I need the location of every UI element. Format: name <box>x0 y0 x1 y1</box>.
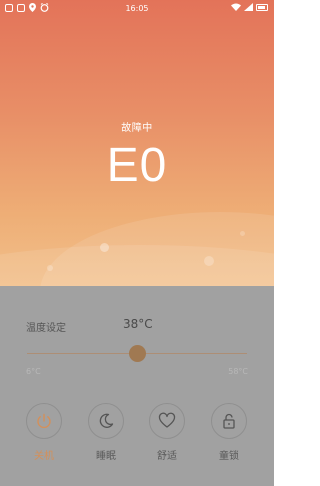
temperature-value: 38°C <box>123 317 153 331</box>
slider-max-label: 58°C <box>228 367 248 376</box>
status-bar: 16:05 <box>0 0 274 18</box>
moon-icon <box>99 413 114 428</box>
signal-icon <box>244 3 253 11</box>
wifi-icon <box>231 3 241 11</box>
control-panel: 温度设定 38°C 6°C 58°C 关机 睡眠 舒适 童锁 <box>0 286 274 486</box>
power-icon <box>37 413 51 429</box>
power-button[interactable]: 关机 <box>25 403 63 462</box>
battery-icon <box>256 3 268 11</box>
lock-icon <box>223 413 235 429</box>
power-button-circle[interactable] <box>26 403 62 439</box>
slider-min-label: 6°C <box>26 367 41 376</box>
thermostat-screen: 16:05 故障中 E0 温度设定 38°C 6°C 58°C 关机 睡眠 舒适… <box>0 0 274 486</box>
child-lock-button-label: 童锁 <box>219 451 239 462</box>
status-hero: 16:05 故障中 E0 <box>0 0 274 286</box>
child-lock-button-circle[interactable] <box>211 403 247 439</box>
sleep-button-label: 睡眠 <box>96 451 116 462</box>
power-button-label: 关机 <box>34 451 54 462</box>
decor-wave <box>0 245 274 286</box>
decor-bubble <box>100 243 109 252</box>
temperature-slider-thumb[interactable] <box>128 345 146 362</box>
sleep-button[interactable]: 睡眠 <box>87 403 125 462</box>
decor-bubble <box>240 231 245 236</box>
heart-icon <box>158 412 176 428</box>
temperature-label: 温度设定 <box>26 323 66 334</box>
comfort-button[interactable]: 舒适 <box>148 403 186 462</box>
child-lock-button[interactable]: 童锁 <box>210 403 248 462</box>
sleep-button-circle[interactable] <box>88 403 124 439</box>
comfort-button-label: 舒适 <box>157 451 177 462</box>
comfort-button-circle[interactable] <box>149 403 185 439</box>
fault-status-text: 故障中 <box>121 123 153 134</box>
decor-bubble <box>47 265 53 271</box>
error-code: E0 <box>106 139 168 192</box>
decor-bubble <box>204 256 214 266</box>
